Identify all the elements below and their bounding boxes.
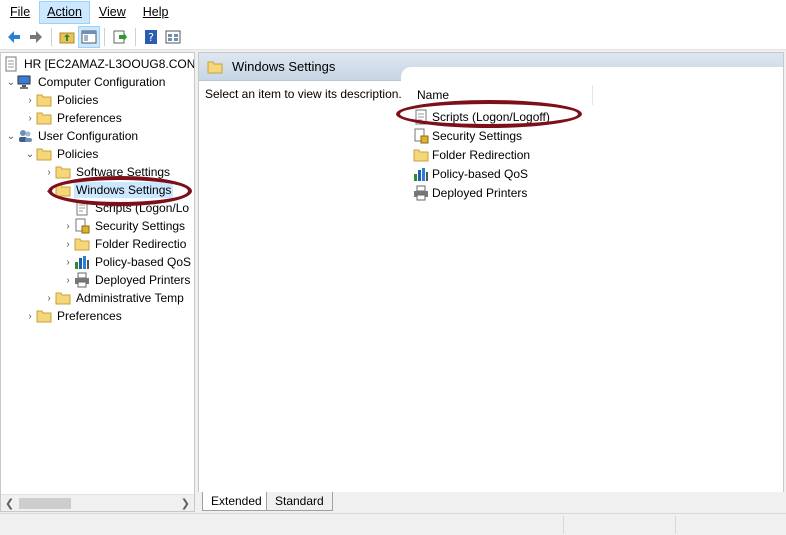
properties-button[interactable]: [162, 26, 184, 48]
export-list-button[interactable]: [109, 26, 131, 48]
menu-help[interactable]: Help: [135, 1, 177, 24]
scroll-right-icon[interactable]: ❯: [181, 497, 190, 510]
status-bar: [0, 513, 786, 535]
chevron-right-icon[interactable]: ›: [24, 109, 36, 127]
chevron-right-icon[interactable]: ›: [62, 235, 74, 253]
status-segment: [563, 516, 675, 534]
folder-icon: [36, 112, 52, 125]
folder-open-icon: [55, 184, 71, 197]
tree-deployed-printers[interactable]: › Deployed Printers: [62, 271, 192, 289]
properties-icon: [165, 30, 181, 43]
tree-software-settings[interactable]: › Software Settings: [43, 163, 172, 181]
tree-cc-preferences[interactable]: › Preferences: [24, 109, 124, 127]
tree-security-settings[interactable]: › Security Settings: [62, 217, 187, 235]
gpo-document-icon: [5, 56, 17, 72]
tree-uc-preferences[interactable]: › Preferences: [24, 307, 124, 325]
column-header-name[interactable]: Name: [413, 85, 593, 105]
folder-icon: [55, 292, 71, 305]
description-text: Select an item to view its description.: [205, 87, 402, 101]
tree-computer-configuration[interactable]: ⌄ Computer Configuration: [5, 73, 167, 91]
scrollbar-thumb[interactable]: [19, 498, 71, 509]
scroll-left-icon[interactable]: ❮: [5, 497, 14, 510]
chevron-right-icon[interactable]: ›: [43, 289, 55, 307]
tree-windows-settings[interactable]: ⌄ Windows Settings: [43, 181, 174, 199]
toolbar-separator: [51, 27, 52, 46]
up-folder-icon: [59, 32, 75, 43]
toolbar: ?: [0, 24, 786, 50]
bar-chart-icon: [414, 167, 428, 181]
svg-text:?: ?: [148, 31, 154, 44]
forward-arrow-icon: [30, 30, 42, 43]
show-hide-tree-icon: [81, 30, 97, 43]
toolbar-separator: [135, 27, 136, 46]
chevron-right-icon[interactable]: ›: [24, 307, 36, 325]
chevron-right-icon[interactable]: ›: [62, 253, 74, 271]
folder-icon: [36, 148, 52, 161]
details-title: Windows Settings: [232, 59, 336, 74]
export-list-icon: [113, 30, 127, 43]
list-item-policy-qos[interactable]: Policy-based QoS: [413, 164, 528, 183]
security-settings-icon: [75, 218, 90, 234]
chevron-down-icon[interactable]: ⌄: [5, 127, 17, 145]
tree-uc-policies[interactable]: ⌄ Policies: [24, 145, 100, 163]
toolbar-separator: [104, 27, 105, 46]
tab-extended[interactable]: Extended: [202, 492, 271, 511]
back-button[interactable]: [3, 26, 25, 48]
chevron-down-icon[interactable]: ⌄: [43, 181, 55, 199]
help-icon: ?: [145, 29, 157, 44]
folder-icon: [413, 149, 429, 161]
menu-file[interactable]: File: [2, 1, 38, 24]
tree-user-configuration[interactable]: ⌄ User Configuration: [5, 127, 140, 145]
forward-button[interactable]: [25, 26, 47, 48]
folder-icon: [36, 94, 52, 107]
folder-icon: [74, 238, 90, 251]
chevron-right-icon[interactable]: ›: [62, 271, 74, 289]
chevron-down-icon[interactable]: ⌄: [24, 145, 36, 163]
tab-standard[interactable]: Standard: [266, 492, 333, 511]
security-settings-icon: [414, 128, 429, 143]
show-hide-tree-button[interactable]: [78, 25, 100, 48]
up-one-level-button[interactable]: [56, 26, 78, 48]
tree-administrative-templates[interactable]: › Administrative Temp: [43, 289, 186, 307]
list-item-deployed-printers[interactable]: Deployed Printers: [413, 183, 527, 202]
folder-icon: [55, 166, 71, 179]
users-icon: [19, 130, 32, 142]
chevron-right-icon[interactable]: ›: [43, 163, 55, 181]
folder-icon: [36, 310, 52, 323]
tree-folder-redirection[interactable]: › Folder Redirectio: [62, 235, 188, 253]
chevron-right-icon[interactable]: ›: [62, 217, 74, 235]
back-arrow-icon: [8, 30, 20, 43]
tree-root[interactable]: HR [EC2AMAZ-L3OOUG8.CONT: [3, 55, 194, 73]
folder-icon: [207, 61, 223, 73]
list-item-scripts[interactable]: Scripts (Logon/Logoff): [413, 107, 550, 126]
menu-view[interactable]: View: [91, 1, 134, 24]
menu-bar: File Action View Help: [0, 0, 786, 24]
computer-icon: [17, 75, 31, 89]
chevron-right-icon[interactable]: ›: [24, 91, 36, 109]
view-tabs: Extended Standard: [198, 492, 784, 512]
list-item-security-settings[interactable]: Security Settings: [413, 126, 522, 145]
menu-action[interactable]: Action: [39, 0, 90, 24]
script-icon: [76, 200, 88, 216]
tree-policy-qos[interactable]: › Policy-based QoS: [62, 253, 193, 271]
status-segment: [675, 516, 786, 534]
tree-cc-policies[interactable]: › Policies: [24, 91, 100, 109]
bar-chart-icon: [75, 256, 89, 269]
script-icon: [415, 109, 427, 124]
printer-icon: [75, 272, 89, 288]
tree-scripts[interactable]: Scripts (Logon/Lo: [62, 199, 191, 217]
console-tree[interactable]: HR [EC2AMAZ-L3OOUG8.CONT ⌄ Computer Conf…: [0, 52, 195, 512]
details-pane: Windows Settings Select an item to view …: [198, 52, 784, 512]
help-button[interactable]: ?: [140, 26, 162, 48]
printer-icon: [414, 185, 428, 200]
chevron-down-icon[interactable]: ⌄: [5, 73, 17, 91]
tree-horizontal-scrollbar[interactable]: ❮ ❯: [1, 494, 194, 511]
list-item-folder-redirection[interactable]: Folder Redirection: [413, 145, 530, 164]
